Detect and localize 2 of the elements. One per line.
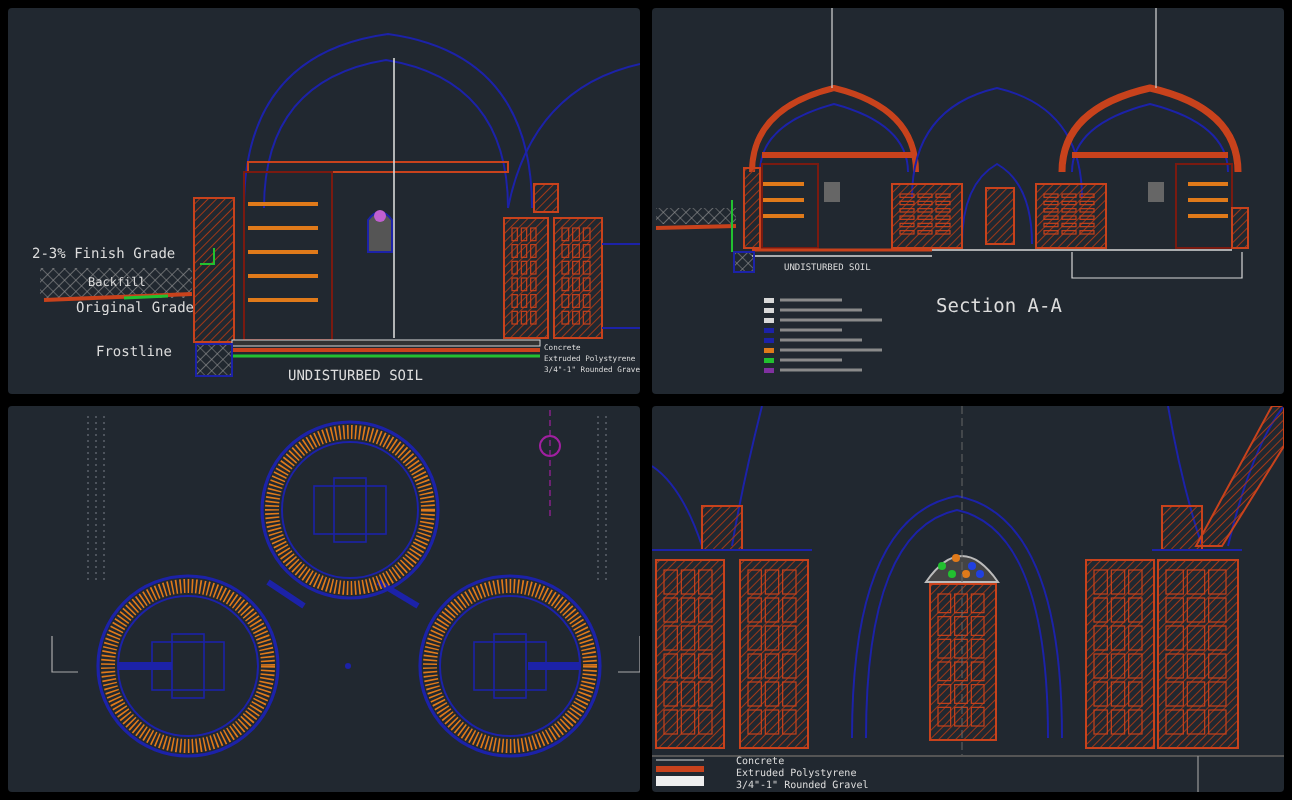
legend-swatch-drawing bbox=[655, 759, 705, 786]
section-title: Section A-A bbox=[936, 296, 1062, 318]
